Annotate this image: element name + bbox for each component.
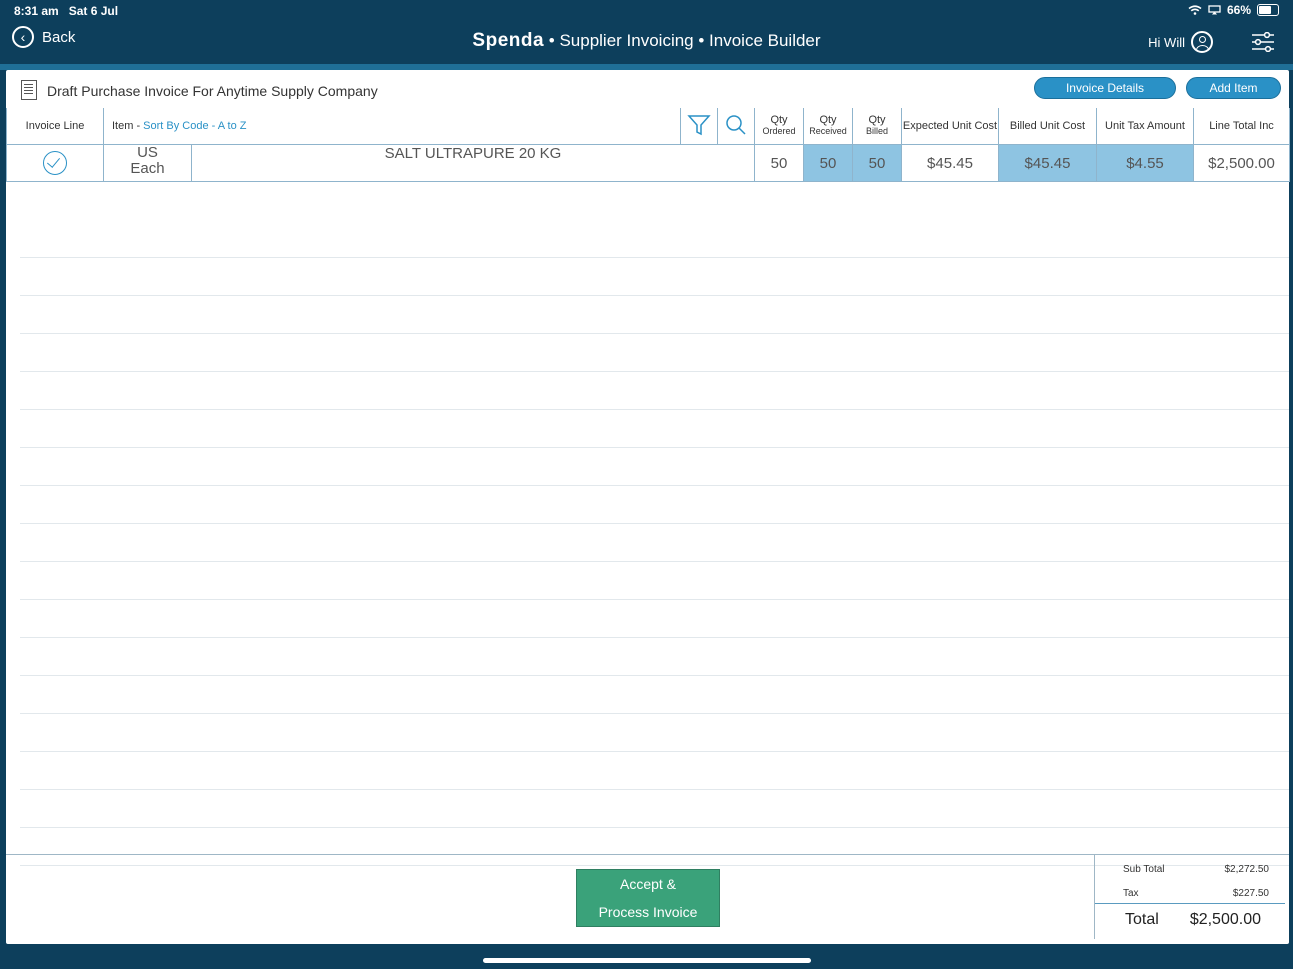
- sort-by-code-link[interactable]: Sort By Code - A to Z: [143, 120, 246, 132]
- header-unit-tax-amount: Unit Tax Amount: [1096, 108, 1194, 145]
- header-qty-ordered: Qty Ordered: [754, 108, 804, 145]
- qty-received-input[interactable]: 50: [803, 144, 853, 182]
- screen-mirroring-icon: [1208, 5, 1221, 15]
- item-code-cell: US Each: [103, 144, 192, 182]
- nav-bar: ‹ Back Spenda • Supplier Invoicing • Inv…: [0, 22, 1293, 64]
- battery-percent: 66%: [1226, 3, 1251, 17]
- filter-button[interactable]: [680, 108, 718, 145]
- qty-billed-input[interactable]: 50: [852, 144, 902, 182]
- status-right: 66%: [1188, 3, 1279, 17]
- status-time: 8:31 am Sat 6 Jul: [14, 4, 119, 18]
- wifi-icon: [1188, 5, 1202, 15]
- header-invoice-line: Invoice Line: [6, 108, 104, 145]
- title-section: • Supplier Invoicing •: [544, 31, 710, 50]
- brand-logo: Spenda: [472, 30, 545, 51]
- invoice-title: Draft Purchase Invoice For Anytime Suppl…: [47, 83, 378, 99]
- search-button[interactable]: [717, 108, 755, 145]
- panel-header: Draft Purchase Invoice For Anytime Suppl…: [6, 70, 1289, 109]
- qty-ordered-cell: 50: [754, 144, 804, 182]
- totals-divider: [1095, 903, 1285, 904]
- totals-panel: Sub Total $2,272.50 Tax $227.50 Total $2,50…: [1094, 855, 1290, 939]
- unit-tax-amount-input[interactable]: $4.55: [1096, 144, 1194, 182]
- user-menu[interactable]: Hi Will: [1148, 31, 1213, 53]
- invoice-panel: Draft Purchase Invoice For Anytime Suppl…: [6, 70, 1290, 945]
- user-greeting: Hi Will: [1148, 34, 1185, 50]
- settings-sliders-icon[interactable]: [1251, 32, 1275, 52]
- header-item: Item - Sort By Code - A to Z: [103, 108, 681, 145]
- table-row[interactable]: US Each SALT ULTRAPURE 20 KG 50 50 50 $45…: [6, 144, 1290, 182]
- header-billed-unit-cost: Billed Unit Cost: [998, 108, 1097, 145]
- invoice-lines-table: Invoice Line Item - Sort By Code - A to …: [6, 108, 1290, 182]
- add-item-button[interactable]: Add Item: [1186, 77, 1281, 99]
- item-description-cell: SALT ULTRAPURE 20 KG: [191, 144, 755, 182]
- title-page: Invoice Builder: [709, 31, 821, 50]
- status-bar: 8:31 am Sat 6 Jul 66%: [0, 0, 1293, 22]
- expected-unit-cost-cell: $45.45: [901, 144, 999, 182]
- user-icon: [1191, 31, 1213, 53]
- line-total-cell: $2,500.00: [1193, 144, 1290, 182]
- battery-icon: [1257, 4, 1279, 16]
- home-indicator[interactable]: [483, 958, 811, 963]
- filter-icon: [687, 114, 711, 135]
- invoice-footer: Accept & Process Invoice Sub Total $2,272…: [6, 854, 1289, 945]
- accept-process-invoice-button[interactable]: Accept & Process Invoice: [576, 869, 720, 927]
- line-selected-toggle[interactable]: [6, 144, 104, 182]
- table-header-row: Invoice Line Item - Sort By Code - A to …: [6, 108, 1290, 145]
- billed-unit-cost-input[interactable]: $45.45: [998, 144, 1097, 182]
- invoice-details-button[interactable]: Invoice Details: [1034, 77, 1176, 99]
- header-line-total-inc: Line Total Inc: [1193, 108, 1290, 145]
- header-qty-received: Qty Received: [803, 108, 853, 145]
- search-icon: [726, 114, 746, 135]
- header-qty-billed: Qty Billed: [852, 108, 902, 145]
- page-title: Spenda • Supplier Invoicing • Invoice Bu…: [0, 30, 1293, 52]
- document-icon: [21, 80, 37, 100]
- empty-rows-area: [20, 220, 1289, 866]
- check-circle-icon: [43, 151, 67, 175]
- header-expected-unit-cost: Expected Unit Cost: [901, 108, 999, 145]
